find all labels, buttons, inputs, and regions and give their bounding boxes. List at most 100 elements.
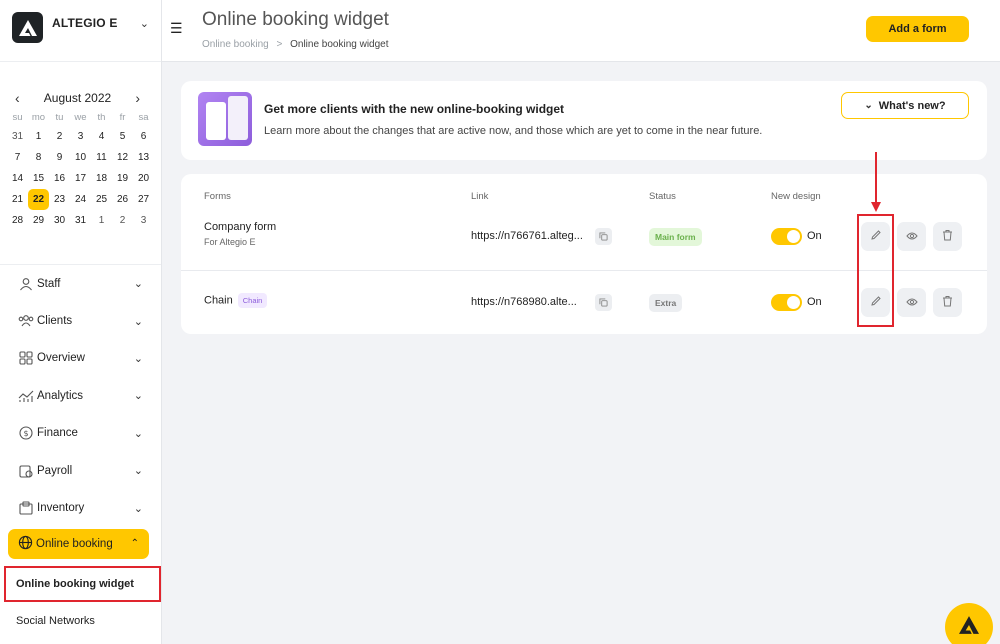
- sidebar-item-online-booking[interactable]: Online booking ⌃: [8, 528, 149, 559]
- calendar-day[interactable]: 2: [112, 210, 133, 231]
- calendar-weekday: we: [74, 111, 87, 123]
- trash-icon: [942, 228, 953, 246]
- chevron-down-icon: ⌄: [133, 427, 143, 440]
- chevron-down-icon: ⌄: [133, 465, 143, 478]
- form-link[interactable]: https://n766761.alteg...: [471, 230, 583, 242]
- people-icon: [18, 313, 34, 329]
- next-month-icon[interactable]: ›: [135, 90, 140, 106]
- calendar-day[interactable]: 1: [28, 126, 49, 147]
- sidebar-item-staff[interactable]: Staff ⌄: [0, 265, 161, 302]
- payroll-icon: [18, 463, 34, 479]
- calendar-day[interactable]: 21: [7, 189, 28, 210]
- calendar-day[interactable]: 4: [91, 126, 112, 147]
- copy-icon[interactable]: [595, 228, 612, 245]
- add-form-button[interactable]: Add a form: [866, 16, 969, 42]
- column-header-status: Status: [649, 191, 676, 202]
- menu-icon[interactable]: ☰: [170, 20, 183, 37]
- calendar-day[interactable]: 1: [91, 210, 112, 231]
- breadcrumb-link-online-booking[interactable]: Online booking: [202, 39, 269, 50]
- calendar-day[interactable]: 23: [49, 189, 70, 210]
- calendar-day[interactable]: 7: [7, 147, 28, 168]
- chevron-up-icon: ⌃: [130, 538, 139, 550]
- sidebar-item-label: Finance: [37, 427, 78, 440]
- mini-calendar: ‹ August 2022 › su mo tu we th fr sa 31 1 2 3 4 5 6 7 8…: [0, 62, 161, 231]
- whats-new-button[interactable]: ⌄ What's new?: [841, 92, 969, 119]
- status-badge: Main form: [649, 228, 702, 246]
- help-fab-button[interactable]: [945, 603, 993, 644]
- chevron-down-icon: ⌄: [133, 315, 143, 328]
- preview-button[interactable]: [897, 288, 926, 317]
- new-design-toggle[interactable]: [771, 228, 802, 245]
- form-subtitle: For Altegio E: [204, 237, 256, 247]
- status-badge: Extra: [649, 294, 683, 312]
- eye-icon: [905, 294, 918, 312]
- calendar-day[interactable]: 3: [70, 126, 91, 147]
- delete-button[interactable]: [933, 288, 962, 317]
- trash-icon: [942, 294, 953, 312]
- calendar-day[interactable]: 17: [70, 168, 91, 189]
- calendar-header: ‹ August 2022 ›: [7, 90, 154, 106]
- page-title: Online booking widget: [202, 9, 389, 30]
- calendar-day[interactable]: 26: [112, 189, 133, 210]
- calendar-day[interactable]: 31: [7, 126, 28, 147]
- calendar-day[interactable]: 5: [112, 126, 133, 147]
- company-switcher[interactable]: ALTEGIO E ⌄: [0, 0, 161, 62]
- column-header-link: Link: [471, 191, 489, 202]
- calendar-day[interactable]: 18: [91, 168, 112, 189]
- calendar-day-selected[interactable]: 22: [28, 189, 49, 210]
- sidebar-item-label: Clients: [37, 315, 73, 328]
- analytics-icon: [18, 388, 34, 404]
- preview-button[interactable]: [897, 222, 926, 251]
- sidebar-subitem-online-booking-widget[interactable]: Online booking widget: [4, 565, 161, 602]
- copy-icon[interactable]: [595, 294, 612, 311]
- calendar-day[interactable]: 13: [133, 147, 154, 168]
- sidebar-item-analytics[interactable]: Analytics ⌄: [0, 377, 161, 414]
- promo-title: Get more clients with the new online-boo…: [264, 102, 565, 116]
- sidebar-item-payroll[interactable]: Payroll ⌄: [0, 452, 161, 489]
- prev-month-icon[interactable]: ‹: [15, 90, 20, 106]
- calendar-day[interactable]: 11: [91, 147, 112, 168]
- calendar-day[interactable]: 9: [49, 147, 70, 168]
- form-link[interactable]: https://n768980.alte...: [471, 296, 577, 308]
- calendar-day[interactable]: 8: [28, 147, 49, 168]
- calendar-day[interactable]: 20: [133, 168, 154, 189]
- annotation-highlight-box: [857, 214, 894, 327]
- calendar-day[interactable]: 16: [49, 168, 70, 189]
- sidebar-item-inventory[interactable]: Inventory ⌄: [0, 489, 161, 526]
- company-name: ALTEGIO E: [52, 16, 118, 30]
- box-icon: [18, 500, 34, 516]
- calendar-day[interactable]: 30: [49, 210, 70, 231]
- annotation-arrow: [871, 152, 881, 212]
- calendar-day[interactable]: 15: [28, 168, 49, 189]
- calendar-weekday: su: [12, 111, 23, 123]
- chevron-down-icon: ⌄: [133, 278, 143, 291]
- calendar-day[interactable]: 31: [70, 210, 91, 231]
- calendar-day[interactable]: 27: [133, 189, 154, 210]
- calendar-month: August 2022: [43, 91, 112, 105]
- calendar-day[interactable]: 28: [7, 210, 28, 231]
- calendar-day[interactable]: 24: [70, 189, 91, 210]
- toggle-label: On: [807, 230, 822, 242]
- toggle-label: On: [807, 296, 822, 308]
- calendar-weekday: th: [97, 111, 106, 123]
- form-name: Chain: [204, 294, 233, 307]
- breadcrumb-separator: >: [276, 39, 283, 50]
- delete-button[interactable]: [933, 222, 962, 251]
- sidebar: ALTEGIO E ⌄ ‹ August 2022 › su mo tu we th fr…: [0, 0, 162, 644]
- calendar-day[interactable]: 3: [133, 210, 154, 231]
- calendar-day[interactable]: 12: [112, 147, 133, 168]
- new-design-toggle[interactable]: [771, 294, 802, 311]
- sidebar-subitem-social-networks[interactable]: Social Networks: [0, 603, 161, 639]
- chevron-down-icon: ⌄: [133, 390, 143, 403]
- column-header-new-design: New design: [771, 191, 821, 202]
- calendar-day[interactable]: 2: [49, 126, 70, 147]
- calendar-day[interactable]: 19: [112, 168, 133, 189]
- sidebar-item-clients[interactable]: Clients ⌄: [0, 302, 161, 339]
- calendar-day[interactable]: 29: [28, 210, 49, 231]
- sidebar-item-overview[interactable]: Overview ⌄: [0, 340, 161, 377]
- calendar-day[interactable]: 14: [7, 168, 28, 189]
- calendar-day[interactable]: 10: [70, 147, 91, 168]
- sidebar-item-finance[interactable]: $ Finance ⌄: [0, 415, 161, 452]
- calendar-day[interactable]: 25: [91, 189, 112, 210]
- calendar-day[interactable]: 6: [133, 126, 154, 147]
